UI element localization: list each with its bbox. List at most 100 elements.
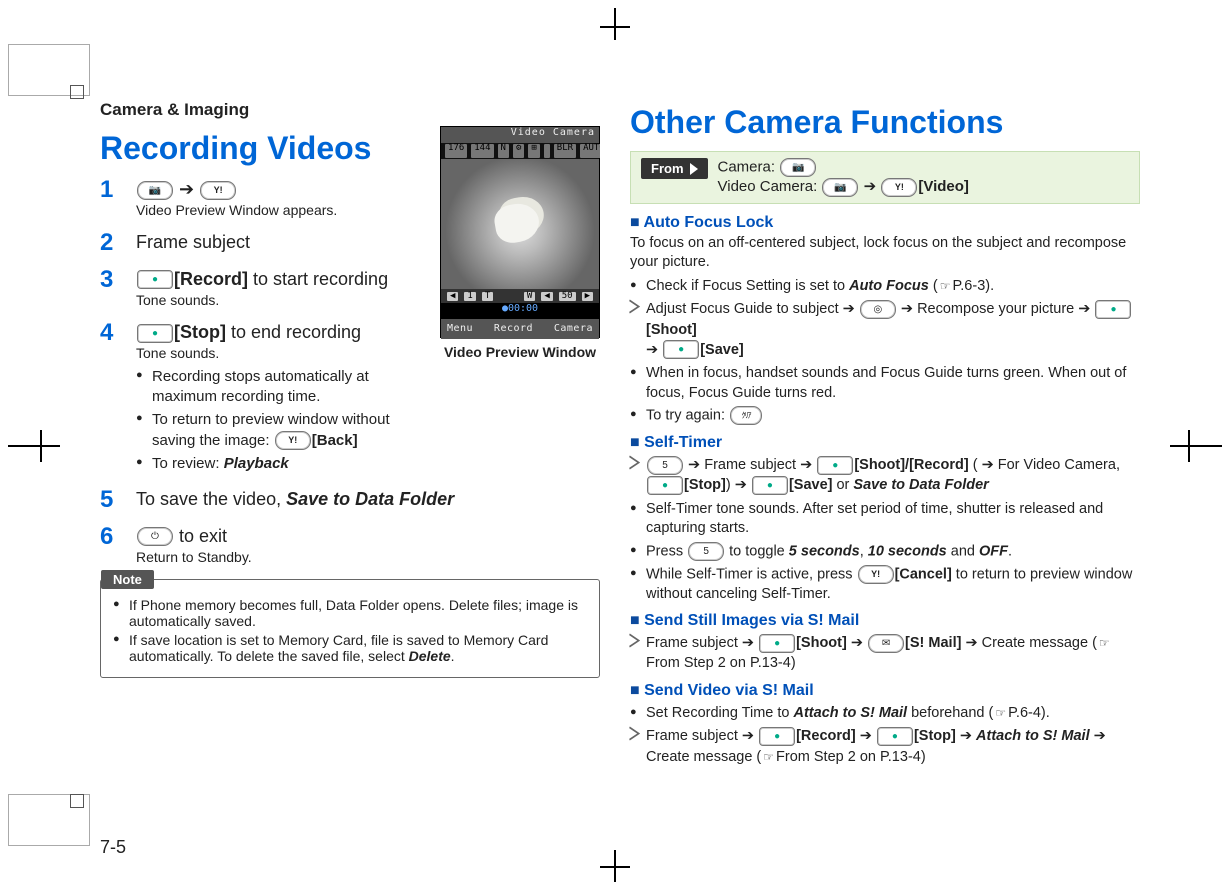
brightness-indicator: ◀ — [541, 292, 552, 301]
five-key-icon — [688, 542, 724, 561]
bullet-item: Set Recording Time to Attach to S! Mail … — [630, 704, 1140, 724]
center-key-icon — [759, 634, 795, 653]
phone-indicator-row: 176 144 N ⚙ ⊞ BLR AUTO — [441, 143, 599, 159]
and-text: and — [947, 543, 979, 559]
y-key-icon — [881, 178, 917, 197]
indicator-icon: AUTO — [580, 144, 600, 158]
note-tag: Note — [101, 570, 154, 589]
bullet-item: To return to preview window without savi… — [136, 410, 430, 451]
center-key-icon — [137, 270, 173, 289]
save-folder-label: Save to Data Folder — [286, 489, 454, 509]
subsection-selftimer: Self-Timer — [630, 434, 1140, 452]
ref-text: From Step 2 on P.13-4 — [646, 655, 791, 671]
phone-screen: Video Camera 176 144 N ⚙ ⊞ BLR AUTO — [440, 126, 600, 338]
autofocus-procedure: Adjust Focus Guide to subjectRecompose y… — [630, 299, 1140, 360]
step-number: 6 — [100, 524, 126, 567]
text: Adjust Focus Guide to subject — [646, 301, 839, 317]
bullet-item: Self-Timer tone sounds. After set period… — [630, 500, 1140, 539]
text: Set Recording Time to — [646, 705, 794, 721]
section-header: Camera & Imaging — [100, 100, 600, 120]
content-area: Camera & Imaging Video Camera 176 144 N … — [100, 100, 1140, 820]
phone-zoom-bar: ◀ 1 T W ◀ 50 ▶ — [441, 289, 599, 303]
text: Frame subject — [646, 728, 738, 744]
step-5-pre: To save the video, — [136, 489, 286, 509]
stop-label: [Stop] — [684, 477, 726, 493]
center-key-icon — [752, 476, 788, 495]
arrow-icon — [179, 179, 199, 199]
y-key-icon — [858, 565, 894, 584]
note-box: Note If Phone memory becomes full, Data … — [100, 579, 600, 678]
step-1-sub: Video Preview Window appears. — [136, 201, 430, 220]
ref-text: From Step 2 on P.13-4 — [776, 749, 921, 765]
arrow-icon — [684, 457, 704, 473]
arrow-icon — [738, 728, 758, 744]
send-video-procedure: Frame subject[Record][Stop]Attach to S! … — [630, 726, 1140, 767]
video-preview-figure: Video Camera 176 144 N ⚙ ⊞ BLR AUTO — [440, 126, 600, 360]
stop-label: [Stop] — [914, 728, 956, 744]
center-key-icon — [759, 727, 795, 746]
indicator-icon: ⊞ — [528, 144, 539, 158]
text: Press — [646, 543, 687, 559]
y-key-icon — [200, 181, 236, 200]
bullet-item: When in focus, handset sounds and Focus … — [630, 364, 1140, 403]
step-body: Frame subject — [136, 230, 430, 256]
step-5: 5 To save the video, Save to Data Folder — [100, 487, 600, 513]
text: Check if Focus Setting is set to — [646, 278, 849, 294]
clear-key-icon — [730, 406, 762, 425]
zoom-indicator: 1 — [464, 292, 475, 301]
delete-label: Delete — [409, 648, 451, 664]
bullet-item: Press to toggle 5 seconds, 10 seconds an… — [630, 542, 1140, 562]
crop-mark — [70, 794, 84, 808]
shoot-record-label: [Shoot]/[Record] — [854, 457, 968, 473]
bullet-item: While Self-Timer is active, press [Cance… — [630, 565, 1140, 604]
subsection-send-still: Send Still Images via S! Mail — [630, 612, 1140, 630]
or-text: or — [832, 477, 853, 493]
from-content: Camera: Video Camera: [Video] — [718, 158, 969, 197]
ref-text: P.6-3 — [952, 278, 985, 294]
text: beforehand ( — [907, 705, 993, 721]
indicator-icon: BLR — [554, 144, 576, 158]
bullet-item: If save location is set to Memory Card, … — [113, 632, 587, 664]
step-2: 2 Frame subject — [100, 230, 430, 256]
end-key-icon — [137, 527, 173, 546]
brightness-indicator: ▶ — [582, 292, 593, 301]
step-number: 3 — [100, 267, 126, 310]
step-number: 1 — [100, 177, 126, 220]
step-1: 1 Video Preview Window appears. — [100, 177, 430, 220]
softkey-menu: Menu — [447, 324, 473, 334]
step-3-headline-text: to start recording — [248, 269, 388, 289]
crop-mark — [1188, 430, 1190, 462]
step-1-headline — [136, 177, 430, 201]
send-video-bullets: Set Recording Time to Attach to S! Mail … — [630, 704, 1140, 724]
arrow-icon — [961, 635, 981, 651]
left-column: Camera & Imaging Video Camera 176 144 N … — [100, 100, 600, 820]
indicator-icon: 144 — [471, 144, 493, 158]
subsection-send-video: Send Video via S! Mail — [630, 682, 1140, 700]
phone-softkeys: Menu Record Camera — [441, 319, 599, 339]
attach-label: Attach to S! Mail — [976, 728, 1090, 744]
from-video-label: Video Camera: — [718, 178, 822, 195]
arrow-icon — [738, 635, 758, 651]
ref-icon — [761, 749, 776, 765]
text: Create message — [982, 635, 1088, 651]
subsection-autofocus: Auto Focus Lock — [630, 214, 1140, 232]
arrow-icon — [856, 728, 876, 744]
step-4-sub: Tone sounds. — [136, 344, 430, 363]
step-body: to exit Return to Standby. — [136, 524, 600, 567]
stop-label: [Stop] — [174, 322, 226, 342]
step-4-headline-text: to end recording — [226, 322, 361, 342]
camera-key-icon — [780, 158, 816, 177]
right-column: Other Camera Functions From Camera: Vide… — [630, 100, 1140, 820]
period: . — [1008, 543, 1012, 559]
arrow-icon — [839, 301, 859, 317]
page-number: 7-5 — [100, 837, 126, 858]
center-key-icon — [137, 324, 173, 343]
bullet-item: To try again: — [630, 406, 1140, 426]
cancel-label: [Cancel] — [895, 566, 952, 582]
zoom-indicator: ◀ — [447, 292, 458, 301]
text: to toggle — [725, 543, 789, 559]
softkey-record: Record — [494, 324, 533, 334]
ref-text: P.6-4 — [1008, 705, 1041, 721]
page: Camera & Imaging Video Camera 176 144 N … — [0, 0, 1228, 886]
zoom-indicator: T — [482, 292, 493, 301]
